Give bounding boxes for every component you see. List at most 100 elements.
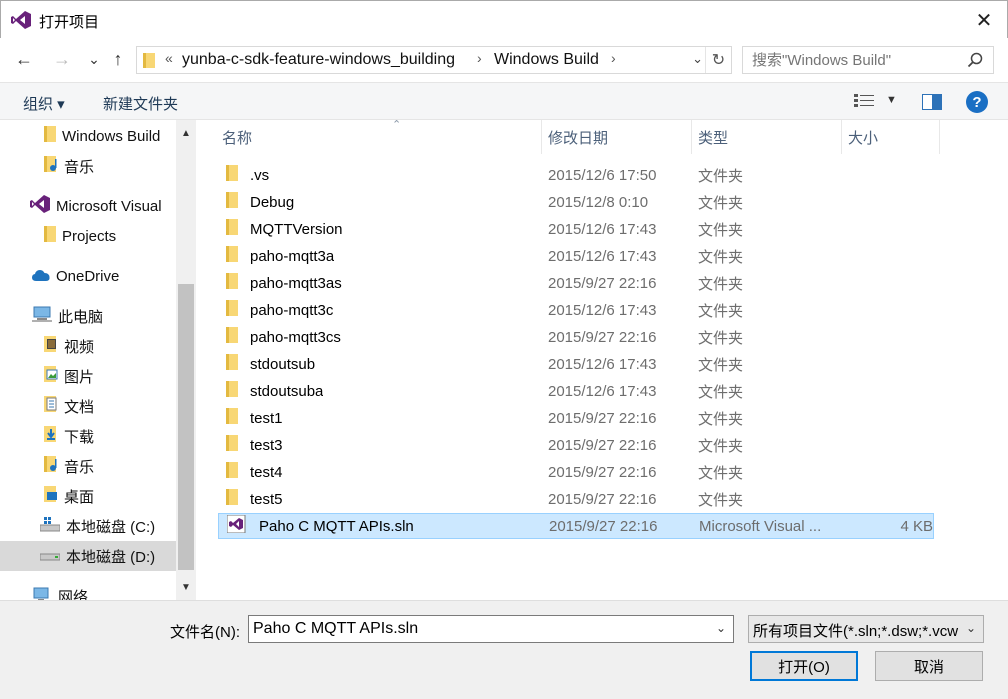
sidebar-item-label: 桌面 xyxy=(64,488,95,506)
solution-file-icon xyxy=(227,515,247,537)
chevron-down-icon[interactable]: ⌄ xyxy=(692,51,703,67)
file-name-cell: paho-mqtt3as xyxy=(226,273,342,293)
sidebar-item-this-pc[interactable]: 此电脑 xyxy=(0,301,176,331)
scroll-up-button[interactable]: ▲ xyxy=(176,124,196,142)
cancel-button[interactable]: 取消 xyxy=(875,651,983,681)
file-name: test4 xyxy=(250,463,283,481)
sidebar-item-drive-d[interactable]: 本地磁盘 (D:) xyxy=(0,541,176,571)
file-name: MQTTVersion xyxy=(250,220,343,238)
scroll-down-button[interactable]: ▼ xyxy=(176,578,196,596)
sidebar-item-videos[interactable]: 视频 xyxy=(0,331,176,361)
file-name-cell: stdoutsuba xyxy=(226,381,323,401)
recent-locations-button[interactable]: ⌄ xyxy=(82,48,106,70)
window-title: 打开项目 xyxy=(39,14,100,31)
sidebar-item-downloads[interactable]: 下载 xyxy=(0,421,176,451)
file-name: paho-mqtt3c xyxy=(250,301,334,319)
file-name: stdoutsuba xyxy=(250,382,324,400)
folder-icon xyxy=(226,489,238,509)
back-button[interactable]: ← xyxy=(12,48,36,70)
file-name: Debug xyxy=(250,193,295,211)
filename-input[interactable]: Paho C MQTT APIs.sln xyxy=(248,615,734,643)
column-header-label: 修改日期 xyxy=(548,129,609,147)
up-button[interactable]: ↑ xyxy=(106,48,130,70)
sidebar-item-label: 音乐 xyxy=(64,158,95,176)
view-options-dropdown[interactable]: ▼ xyxy=(886,94,897,106)
column-header-label: 名称 xyxy=(222,129,253,147)
file-type: 文件夹 xyxy=(698,356,744,374)
help-button[interactable]: ? xyxy=(966,91,988,113)
details-view-icon[interactable] xyxy=(854,93,874,113)
breadcrumb-item[interactable]: yunba-c-sdk-feature-windows_building xyxy=(182,51,455,69)
path-box[interactable]: « yunba-c-sdk-feature-windows_building ›… xyxy=(136,46,732,74)
breadcrumb-separator[interactable]: › xyxy=(611,50,616,66)
file-name: Paho C MQTT APIs.sln xyxy=(259,517,414,535)
file-row[interactable]: .vs 2015/12/6 17:50 文件夹 xyxy=(218,162,934,188)
file-row[interactable]: MQTTVersion 2015/12/6 17:43 文件夹 xyxy=(218,216,934,242)
sidebar-item-label: 下载 xyxy=(64,428,95,446)
overflow-chevron[interactable]: « xyxy=(165,50,173,66)
file-row[interactable]: test4 2015/9/27 22:16 文件夹 xyxy=(218,459,934,485)
folder-icon xyxy=(226,435,238,455)
column-header-date[interactable]: 修改日期 xyxy=(542,120,692,154)
breadcrumb-separator[interactable]: › xyxy=(477,50,482,66)
file-type-filter[interactable]: 所有项目文件(*.sln;*.dsw;*.vcw xyxy=(748,615,984,643)
file-row[interactable]: test3 2015/9/27 22:16 文件夹 xyxy=(218,432,934,458)
sidebar-item-network[interactable]: 网络 xyxy=(0,581,176,600)
file-date: 2015/9/27 22:16 xyxy=(548,274,657,292)
file-type: 文件夹 xyxy=(698,329,744,347)
sidebar-item-microsoft-visual[interactable]: Microsoft Visual xyxy=(0,191,176,221)
sidebar-scrollbar[interactable]: ▲ ▼ xyxy=(176,120,196,600)
file-row[interactable]: Paho C MQTT APIs.sln 2015/9/27 22:16 Micro… xyxy=(218,513,934,539)
scrollbar-thumb[interactable] xyxy=(178,284,194,570)
folder-icon xyxy=(226,192,238,212)
sidebar-item-documents[interactable]: 文档 xyxy=(0,391,176,421)
column-header-size[interactable]: 大小 xyxy=(842,120,940,154)
refresh-button[interactable]: ↻ xyxy=(705,47,731,73)
preview-pane-icon[interactable] xyxy=(922,94,942,110)
close-button[interactable]: ✕ xyxy=(961,1,1007,39)
sidebar-item-music[interactable]: 音乐 xyxy=(0,151,176,181)
file-row[interactable]: paho-mqtt3c 2015/12/6 17:43 文件夹 xyxy=(218,297,934,323)
file-row[interactable]: stdoutsub 2015/12/6 17:43 文件夹 xyxy=(218,351,934,377)
file-row[interactable]: test1 2015/9/27 22:16 文件夹 xyxy=(218,405,934,431)
file-date: 2015/12/6 17:50 xyxy=(548,166,657,184)
folder-icon xyxy=(226,327,238,347)
file-row[interactable]: stdoutsuba 2015/12/6 17:43 文件夹 xyxy=(218,378,934,404)
file-date: 2015/9/27 22:16 xyxy=(548,436,657,454)
sidebar-item-label: 此电脑 xyxy=(58,308,104,326)
file-row[interactable]: test5 2015/9/27 22:16 文件夹 xyxy=(218,486,934,512)
windows-drive-icon xyxy=(39,516,61,536)
forward-button[interactable]: → xyxy=(50,48,74,70)
address-bar: ← → ⌄ ↑ « yunba-c-sdk-feature-windows_bu… xyxy=(0,38,1008,80)
folder-icon xyxy=(226,246,238,266)
new-folder-button[interactable]: 新建文件夹 xyxy=(103,93,178,114)
visual-studio-icon xyxy=(30,195,50,217)
file-name: .vs xyxy=(250,166,270,184)
sidebar-item-music-2[interactable]: 音乐 xyxy=(0,451,176,481)
chevron-down-icon[interactable]: ⌄ xyxy=(716,621,726,635)
column-header-type[interactable]: 类型 xyxy=(692,120,842,154)
file-row[interactable]: paho-mqtt3a 2015/12/6 17:43 文件夹 xyxy=(218,243,934,269)
dialog-footer: 文件名(N): Paho C MQTT APIs.sln ⌄ 所有项目文件(*.… xyxy=(0,600,1008,699)
file-row[interactable]: paho-mqtt3cs 2015/9/27 22:16 文件夹 xyxy=(218,324,934,350)
file-row[interactable]: paho-mqtt3as 2015/9/27 22:16 文件夹 xyxy=(218,270,934,296)
sidebar-item-pictures[interactable]: 图片 xyxy=(0,361,176,391)
chevron-down-icon[interactable]: ⌄ xyxy=(966,621,976,635)
sidebar-item-projects[interactable]: Projects xyxy=(0,221,176,251)
desktop-folder-icon xyxy=(44,486,58,506)
file-type: 文件夹 xyxy=(698,275,744,293)
search-input[interactable] xyxy=(743,47,953,73)
sidebar-item-windows-build[interactable]: Windows Build xyxy=(0,121,176,151)
sidebar-item-desktop[interactable]: 桌面 xyxy=(0,481,176,511)
file-row[interactable]: Debug 2015/12/8 0:10 文件夹 xyxy=(218,189,934,215)
file-type: 文件夹 xyxy=(698,410,744,428)
open-button[interactable]: 打开(O) xyxy=(750,651,858,681)
folder-icon xyxy=(226,273,238,293)
column-header-name[interactable]: 名称 ⌃ xyxy=(216,119,542,154)
sidebar-item-drive-c[interactable]: 本地磁盘 (C:) xyxy=(0,511,176,541)
sidebar-item-onedrive[interactable]: OneDrive xyxy=(0,261,176,291)
search-box xyxy=(742,46,994,74)
breadcrumb-item[interactable]: Windows Build xyxy=(494,51,599,69)
search-icon[interactable] xyxy=(967,52,983,72)
organize-button[interactable]: 组织 ▾ xyxy=(23,93,65,114)
